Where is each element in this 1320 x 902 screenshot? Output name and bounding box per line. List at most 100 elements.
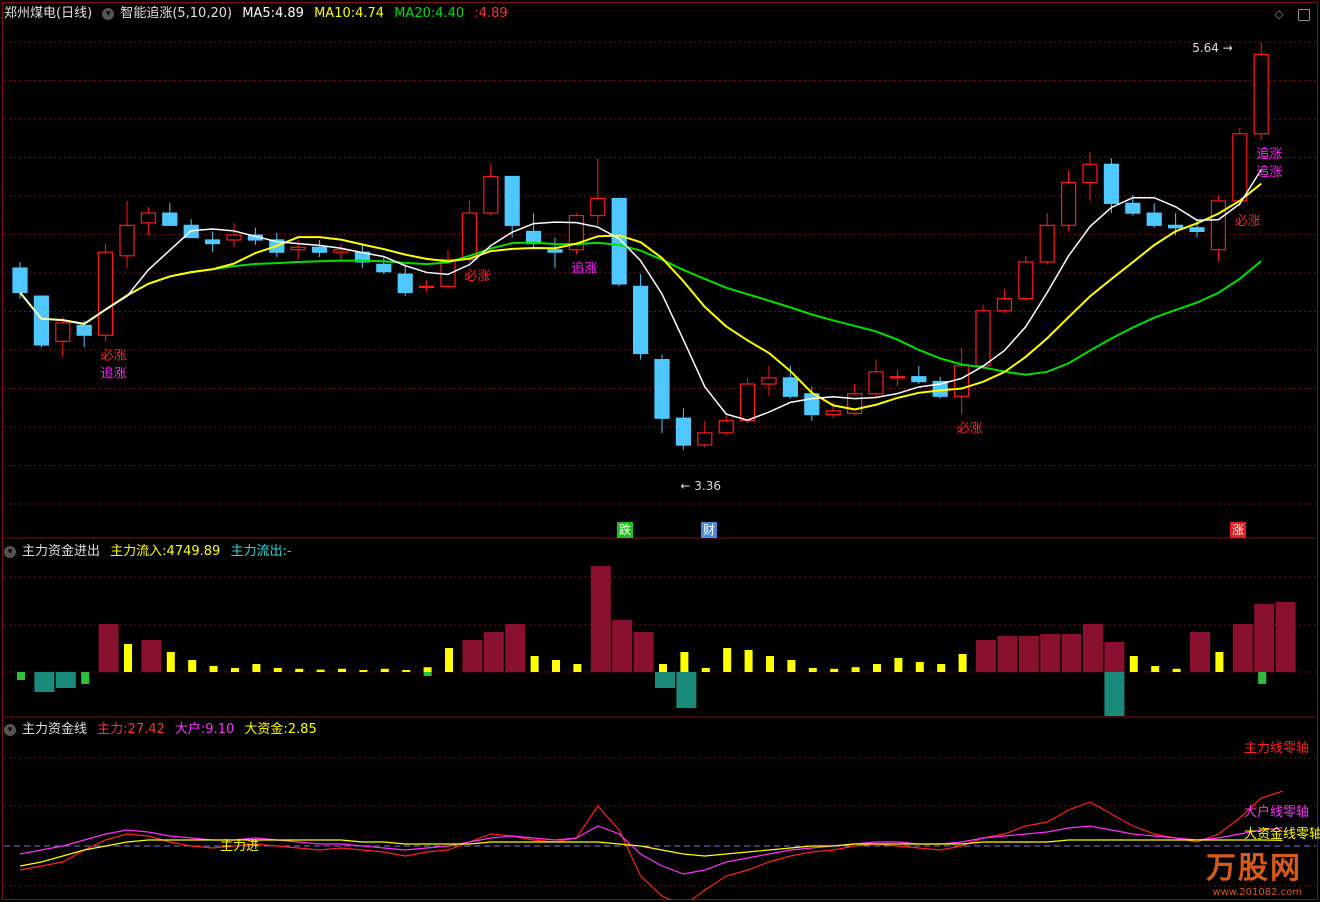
watermark-name: 万股网 xyxy=(1206,851,1302,886)
candle-body xyxy=(1210,200,1227,251)
axis-tag: 大资金线零轴 xyxy=(1244,826,1320,842)
candle-body xyxy=(547,249,563,253)
inflow-bar xyxy=(1215,652,1224,672)
inflow-bar xyxy=(830,668,839,672)
candle-body xyxy=(55,322,71,342)
outflow-bar xyxy=(655,672,675,688)
outflow-bar xyxy=(1258,672,1267,684)
low-price-tag: ← 3.36 xyxy=(680,479,721,493)
candle-body xyxy=(205,239,221,245)
inflow-bar xyxy=(295,668,304,672)
inflow-bar xyxy=(1151,666,1160,672)
inflow-bar xyxy=(573,664,582,672)
candle-body xyxy=(953,365,970,397)
candle-body xyxy=(1232,133,1248,202)
inflow-bar xyxy=(766,656,774,672)
candle-body xyxy=(782,377,799,397)
inflow-bar xyxy=(1190,632,1210,672)
big-holder-line xyxy=(19,825,1283,875)
signal-label: 追涨 xyxy=(571,261,597,277)
candle-body xyxy=(33,295,50,346)
outflow-bar xyxy=(423,672,432,676)
outflow-bar xyxy=(676,672,697,708)
inflow-bar xyxy=(976,640,996,672)
signal-label: 必涨 xyxy=(1235,214,1261,229)
inflow-bar xyxy=(659,664,667,672)
signal-marker: 涨 xyxy=(1230,522,1246,538)
inflow-bar xyxy=(316,669,325,672)
candle-body xyxy=(226,234,242,241)
watermark-logo: 万股网 www.201082.com xyxy=(1206,843,1302,898)
inflow-bar xyxy=(530,656,539,672)
inflow-bar xyxy=(338,668,346,672)
candle-body xyxy=(290,246,306,251)
candle-body xyxy=(76,324,92,336)
candle-body xyxy=(611,197,627,285)
inflow-bar xyxy=(894,658,903,672)
outflow-bar xyxy=(81,672,90,684)
inflow-bar xyxy=(937,664,946,672)
inflow-bar xyxy=(209,666,218,672)
inflow-bar xyxy=(402,670,411,672)
inflow-bar xyxy=(252,664,261,672)
candle-body xyxy=(397,273,413,294)
watermark-url: www.201082.com xyxy=(1212,887,1302,898)
candle-body xyxy=(675,417,692,446)
candle-body xyxy=(483,175,499,214)
candle-body xyxy=(312,246,328,253)
inflow-bar xyxy=(590,566,611,672)
candle-body xyxy=(1146,212,1162,226)
candle-body xyxy=(654,359,670,419)
candle-body xyxy=(889,376,906,379)
outflow-bar xyxy=(55,672,76,688)
big-money-line xyxy=(19,839,1283,867)
candle-body xyxy=(1039,224,1055,263)
candle-body xyxy=(162,212,178,226)
inflow-bar xyxy=(359,670,368,672)
candle-body xyxy=(718,420,734,434)
candle-body xyxy=(975,310,991,367)
inflow-bar xyxy=(680,652,689,672)
inflow-bar xyxy=(483,632,504,672)
candle-body xyxy=(868,371,884,395)
inflow-bar xyxy=(744,650,753,672)
inflow-bar xyxy=(1083,624,1103,672)
candle-body xyxy=(1189,227,1205,233)
inflow-bar xyxy=(552,660,560,672)
inflow-bar xyxy=(851,667,860,672)
high-price-tag: 5.64 → xyxy=(1192,41,1233,55)
candle-body xyxy=(1125,202,1141,214)
candle-body xyxy=(97,251,114,336)
inflow-bar xyxy=(505,624,526,672)
signal-label: 必涨 xyxy=(464,269,490,284)
candle-body xyxy=(1060,181,1077,226)
candle-body xyxy=(825,410,841,416)
inflow-bar xyxy=(1061,634,1082,672)
inflow-bar xyxy=(873,664,881,672)
signal-label: 必涨 xyxy=(957,422,983,437)
inflow-bar xyxy=(124,644,132,672)
inflow-bar xyxy=(1040,634,1061,672)
candle-body xyxy=(12,267,28,294)
candle-body xyxy=(697,432,713,446)
inflow-bar xyxy=(723,648,732,672)
inflow-bar xyxy=(462,640,483,672)
signal-label: 追涨 xyxy=(101,365,127,381)
inflow-bar xyxy=(273,668,282,672)
signal-label: 追涨 xyxy=(1256,164,1282,180)
inflow-bar xyxy=(612,620,633,672)
capital-flow-chart xyxy=(4,566,1316,718)
inflow-bar xyxy=(98,624,119,672)
capital-line-chart: 主力进 主力线零轴大户线零轴大资金线零轴 xyxy=(4,741,1320,900)
inflow-bar xyxy=(380,668,389,672)
candle-body xyxy=(1103,163,1120,204)
inflow-bar xyxy=(1018,636,1039,672)
candle-body xyxy=(739,383,756,422)
candle-body xyxy=(119,224,135,257)
candle-body xyxy=(504,175,520,226)
axis-tag: 主力线零轴 xyxy=(1244,741,1309,756)
outflow-bar xyxy=(17,672,25,680)
inflow-bar xyxy=(231,668,239,672)
candle-body xyxy=(1253,53,1269,135)
candle-body xyxy=(1018,261,1034,300)
